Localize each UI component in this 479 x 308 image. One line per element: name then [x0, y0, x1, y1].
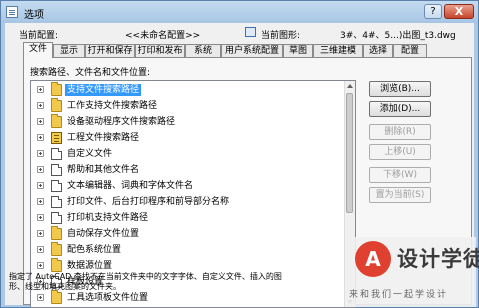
tree-item-label: 数据源位置: [67, 261, 113, 271]
folder-icon: [51, 114, 62, 128]
tree-item-label: 支持文件搜索路径: [65, 84, 142, 96]
set-current-button[interactable]: 置为当前(S): [369, 187, 431, 203]
close-button[interactable]: X: [444, 4, 474, 19]
tree-item[interactable]: 帮助和其他文件名: [31, 163, 346, 177]
expand-icon[interactable]: [37, 182, 44, 189]
description-line-1: 指定了 AutoCAD 查找不在当前文件夹中的文字字体、自定义文件、插入的图: [9, 272, 282, 281]
expand-icon[interactable]: [37, 198, 44, 205]
tree-item-label: 打印文件、后台打印程序和前导部分名称: [67, 197, 230, 207]
expand-icon[interactable]: [37, 166, 44, 173]
current-drawing-label: 当前图形:: [261, 31, 301, 41]
tree-item-label: 打印机支持文件路径: [67, 213, 149, 223]
options-dialog: 选项 ? X 当前配置: <<未命名配置>> 当前图形: 3#、4#、5...)…: [0, 0, 479, 308]
folder-icon: [51, 226, 62, 240]
dialog-title: 选项: [24, 10, 44, 21]
document-icon: [51, 196, 62, 208]
tree-item[interactable]: 设备驱动程序文件搜索路径: [31, 114, 346, 129]
search-paths-label: 搜索路径、文件名和文件位置:: [30, 68, 151, 78]
tree-item-label: 工作支持文件搜索路径: [67, 101, 158, 111]
scroll-thumb[interactable]: [346, 93, 353, 213]
tree-item-label: 自动保存文件位置: [67, 229, 140, 239]
tree-item-label: 帮助和其他文件名: [67, 165, 140, 175]
tree-item-label: 工程文件搜索路径: [67, 133, 140, 143]
current-config-label: 当前配置:: [19, 31, 59, 41]
tab-display[interactable]: 显示: [53, 44, 85, 57]
expand-icon[interactable]: [37, 102, 44, 109]
tree-item[interactable]: 工具选项板文件位置: [31, 290, 346, 305]
document-icon: [51, 148, 62, 160]
folder-icon: [51, 82, 62, 96]
current-config-value: <<未命名配置>>: [125, 31, 201, 41]
description-text: 指定了 AutoCAD 查找不在当前文件夹中的文字字体、自定义文件、插入的图 形…: [9, 272, 329, 292]
expand-icon[interactable]: [37, 246, 44, 253]
tab-selection[interactable]: 选择: [363, 44, 393, 57]
tree-item[interactable]: 支持文件搜索路径: [31, 82, 346, 97]
tree-item-label: 自定义文件: [67, 149, 113, 159]
description-line-2: 形、线型和填充图案的文件夹。: [9, 282, 121, 291]
document-icon: [51, 164, 62, 176]
tab-profiles[interactable]: 配置: [393, 44, 427, 57]
tree-item-label: 设备驱动程序文件搜索路径: [67, 117, 176, 127]
tab-user-preferences[interactable]: 用户系统配置: [221, 44, 283, 57]
drawing-icon: [245, 27, 256, 37]
folder-icon: [51, 98, 62, 112]
expand-icon[interactable]: [37, 262, 44, 269]
tree-item[interactable]: 打印文件、后台打印程序和前导部分名称: [31, 195, 346, 209]
tab-plot-publish[interactable]: 打印和发布: [135, 44, 185, 57]
watermark-tagline: 来和我们一起学设计: [349, 290, 449, 300]
delete-button[interactable]: 删除(R): [369, 124, 431, 140]
tab-system[interactable]: 系统: [185, 44, 221, 57]
expand-icon[interactable]: [37, 150, 44, 157]
tree-item[interactable]: 自定义文件: [31, 147, 346, 161]
tab-files[interactable]: 文件: [23, 42, 53, 58]
scroll-up-icon[interactable]: [347, 84, 353, 88]
tree-item[interactable]: 数据源位置: [31, 258, 346, 273]
folder-icon: [51, 290, 62, 304]
expand-icon[interactable]: [37, 86, 44, 93]
tree-item[interactable]: 工作支持文件搜索路径: [31, 98, 346, 113]
tab-3d-modeling[interactable]: 三维建模: [313, 44, 363, 57]
watermark-logo: [355, 241, 391, 277]
tree-item[interactable]: 打印机支持文件路径: [31, 211, 346, 225]
browse-button[interactable]: 浏览(B)...: [369, 81, 431, 97]
book-icon: [51, 132, 62, 144]
move-down-button[interactable]: 下移(W): [369, 167, 431, 183]
dialog-icon: [6, 6, 18, 18]
tree-item-label: 配色系统位置: [67, 245, 122, 255]
expand-icon[interactable]: [37, 118, 44, 125]
tree-item[interactable]: 文本编辑器、词典和字体文件名: [31, 179, 346, 193]
tab-drafting[interactable]: 草图: [283, 44, 313, 57]
tree-item-label: 工具选项板文件位置: [67, 293, 149, 303]
add-button[interactable]: 添加(D)...: [369, 101, 431, 117]
tree-item[interactable]: 配色系统位置: [31, 242, 346, 257]
document-icon: [51, 180, 62, 192]
tree-item[interactable]: 自动保存文件位置: [31, 226, 346, 241]
tab-open-save[interactable]: 打开和保存: [85, 44, 135, 57]
title-bar[interactable]: 选项 ? X: [1, 1, 478, 23]
help-button[interactable]: ?: [424, 4, 442, 19]
folder-icon: [51, 258, 62, 272]
expand-icon[interactable]: [37, 134, 44, 141]
document-icon: [51, 212, 62, 224]
expand-icon[interactable]: [37, 294, 44, 301]
expand-icon[interactable]: [37, 230, 44, 237]
watermark-title: 设计学徒: [397, 247, 479, 271]
tree-item[interactable]: 工程文件搜索路径: [31, 131, 346, 145]
tree-item-label: 文本编辑器、词典和字体文件名: [67, 181, 194, 191]
move-up-button[interactable]: 上移(U): [369, 144, 431, 160]
current-drawing-value: 3#、4#、5...)出图_t3.dwg: [340, 31, 456, 41]
expand-icon[interactable]: [37, 214, 44, 221]
folder-icon: [51, 242, 62, 256]
